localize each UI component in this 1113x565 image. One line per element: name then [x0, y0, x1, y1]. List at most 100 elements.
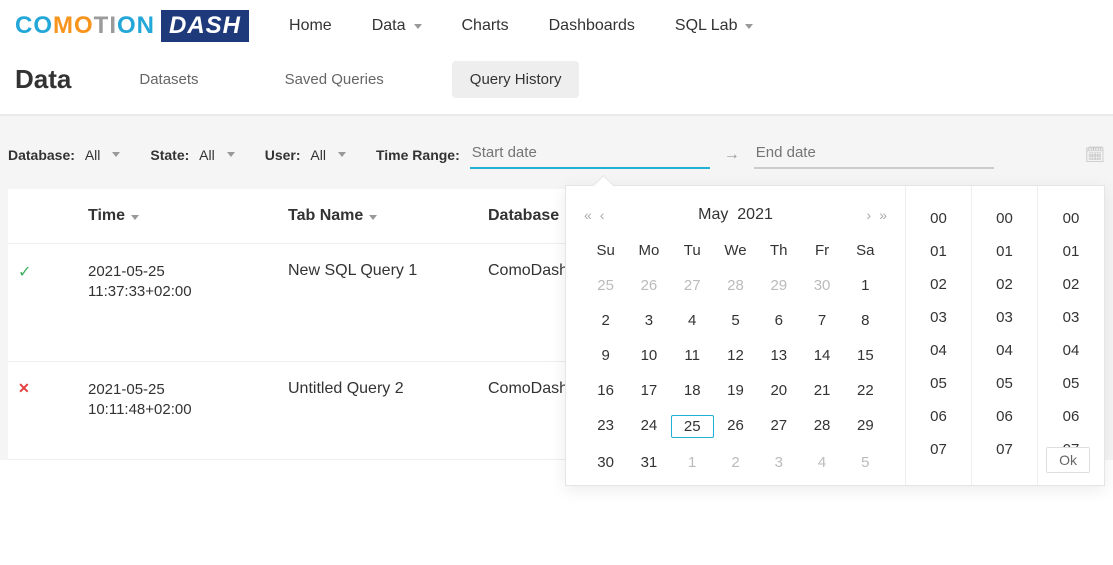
- nav-dashboards[interactable]: Dashboards: [549, 17, 635, 35]
- calendar-day[interactable]: 12: [714, 345, 757, 366]
- calendar-day[interactable]: 9: [584, 345, 627, 366]
- calendar-day[interactable]: 1: [844, 275, 887, 296]
- calendar-day[interactable]: 21: [800, 380, 843, 401]
- time-cell[interactable]: 02: [972, 268, 1037, 301]
- calendar-day[interactable]: 17: [627, 380, 670, 401]
- calendar-day[interactable]: 5: [714, 310, 757, 331]
- start-date-input[interactable]: [470, 140, 710, 169]
- calendar-day[interactable]: 8: [844, 310, 887, 331]
- time-cell[interactable]: 04: [972, 334, 1037, 367]
- next-year-button[interactable]: »: [879, 207, 887, 223]
- calendar-day[interactable]: 5: [844, 452, 887, 473]
- time-cell[interactable]: 02: [1038, 268, 1104, 301]
- calendar-day[interactable]: 26: [627, 275, 670, 296]
- calendar-day[interactable]: 4: [671, 310, 714, 331]
- calendar-day[interactable]: 29: [757, 275, 800, 296]
- calendar-day[interactable]: 4: [800, 452, 843, 473]
- tab-datasets[interactable]: Datasets: [121, 61, 216, 98]
- calendar-day[interactable]: 3: [757, 452, 800, 473]
- calendar-day[interactable]: 6: [757, 310, 800, 331]
- time-cell[interactable]: 04: [906, 334, 971, 367]
- calendar-month: May: [698, 206, 728, 223]
- filter-time-range: Time Range: → 🗓: [376, 140, 1105, 169]
- calendar-day[interactable]: 1: [671, 452, 714, 473]
- time-col-minutes[interactable]: 0001020304050607: [972, 186, 1038, 485]
- time-cell[interactable]: 02: [906, 268, 971, 301]
- calendar-day[interactable]: 25: [584, 275, 627, 296]
- time-cell[interactable]: 05: [1038, 367, 1104, 400]
- time-cell[interactable]: 03: [906, 301, 971, 334]
- calendar-dow: Sa: [844, 240, 887, 261]
- time-cell[interactable]: 00: [972, 202, 1037, 235]
- prev-month-button[interactable]: ‹: [600, 207, 605, 223]
- calendar-day[interactable]: 18: [671, 380, 714, 401]
- time-cell[interactable]: 06: [972, 400, 1037, 433]
- logo-co: CO: [15, 12, 53, 39]
- col-tab-name[interactable]: Tab Name: [288, 207, 488, 225]
- calendar-day[interactable]: 14: [800, 345, 843, 366]
- time-cell[interactable]: 06: [906, 400, 971, 433]
- nav-charts[interactable]: Charts: [462, 17, 509, 35]
- time-cell[interactable]: 06: [1038, 400, 1104, 433]
- nav-data[interactable]: Data: [372, 17, 422, 35]
- time-cell[interactable]: 00: [1038, 202, 1104, 235]
- calendar-day[interactable]: 31: [627, 452, 670, 473]
- calendar-day[interactable]: 23: [584, 415, 627, 438]
- calendar-icon[interactable]: 🗓: [1085, 145, 1105, 165]
- time-cell[interactable]: 01: [906, 235, 971, 268]
- time-cell[interactable]: 01: [972, 235, 1037, 268]
- time-cell[interactable]: 07: [972, 433, 1037, 466]
- calendar-day[interactable]: 19: [714, 380, 757, 401]
- time-cell[interactable]: 04: [1038, 334, 1104, 367]
- calendar-day[interactable]: 22: [844, 380, 887, 401]
- logo[interactable]: COMOTION DASH: [15, 10, 249, 42]
- calendar-day[interactable]: 30: [800, 275, 843, 296]
- calendar-day[interactable]: 10: [627, 345, 670, 366]
- time-cell[interactable]: 05: [906, 367, 971, 400]
- end-date-input[interactable]: [754, 140, 994, 169]
- calendar-day[interactable]: 24: [627, 415, 670, 438]
- col-tab-name-label: Tab Name: [288, 207, 363, 225]
- calendar-day[interactable]: 7: [800, 310, 843, 331]
- calendar-day[interactable]: 29: [844, 415, 887, 438]
- time-cell[interactable]: 00: [906, 202, 971, 235]
- nav-sql-lab[interactable]: SQL Lab: [675, 17, 754, 35]
- time-cell[interactable]: 03: [972, 301, 1037, 334]
- top-nav: COMOTION DASH Home Data Charts Dashboard…: [0, 0, 1113, 61]
- database-select[interactable]: All: [85, 147, 121, 163]
- ok-button[interactable]: Ok: [1046, 447, 1090, 473]
- calendar-day[interactable]: 11: [671, 345, 714, 366]
- calendar-day[interactable]: 28: [800, 415, 843, 438]
- nav-data-label: Data: [372, 17, 406, 35]
- time-cell[interactable]: 07: [906, 433, 971, 466]
- tab-query-history[interactable]: Query History: [452, 61, 580, 98]
- calendar-day[interactable]: 2: [584, 310, 627, 331]
- calendar-day[interactable]: 26: [714, 415, 757, 438]
- time-cell[interactable]: 01: [1038, 235, 1104, 268]
- col-time[interactable]: Time: [88, 207, 288, 225]
- calendar-day[interactable]: 27: [671, 275, 714, 296]
- calendar-day[interactable]: 28: [714, 275, 757, 296]
- calendar-day[interactable]: 15: [844, 345, 887, 366]
- nav-home[interactable]: Home: [289, 17, 332, 35]
- calendar-day[interactable]: 16: [584, 380, 627, 401]
- state-select[interactable]: All: [199, 147, 235, 163]
- range-arrow-icon: →: [724, 146, 740, 164]
- time-cell[interactable]: 05: [972, 367, 1037, 400]
- calendar-day[interactable]: 3: [627, 310, 670, 331]
- cell-time: 2021-05-2510:11:48+02:00: [88, 380, 288, 419]
- time-col-seconds[interactable]: 0001020304050607: [1038, 186, 1104, 485]
- tab-saved-queries[interactable]: Saved Queries: [267, 61, 402, 98]
- calendar-day[interactable]: 30: [584, 452, 627, 473]
- next-month-button[interactable]: ›: [867, 207, 872, 223]
- calendar-day[interactable]: 20: [757, 380, 800, 401]
- time-cell[interactable]: 03: [1038, 301, 1104, 334]
- calendar-day[interactable]: 2: [714, 452, 757, 473]
- prev-year-button[interactable]: «: [584, 207, 592, 223]
- page-header: Data Datasets Saved Queries Query Histor…: [0, 61, 1113, 116]
- calendar-day[interactable]: 13: [757, 345, 800, 366]
- calendar-day[interactable]: 27: [757, 415, 800, 438]
- time-col-hours[interactable]: 0001020304050607: [906, 186, 972, 485]
- calendar-day[interactable]: 25: [671, 415, 714, 438]
- user-select[interactable]: All: [310, 147, 346, 163]
